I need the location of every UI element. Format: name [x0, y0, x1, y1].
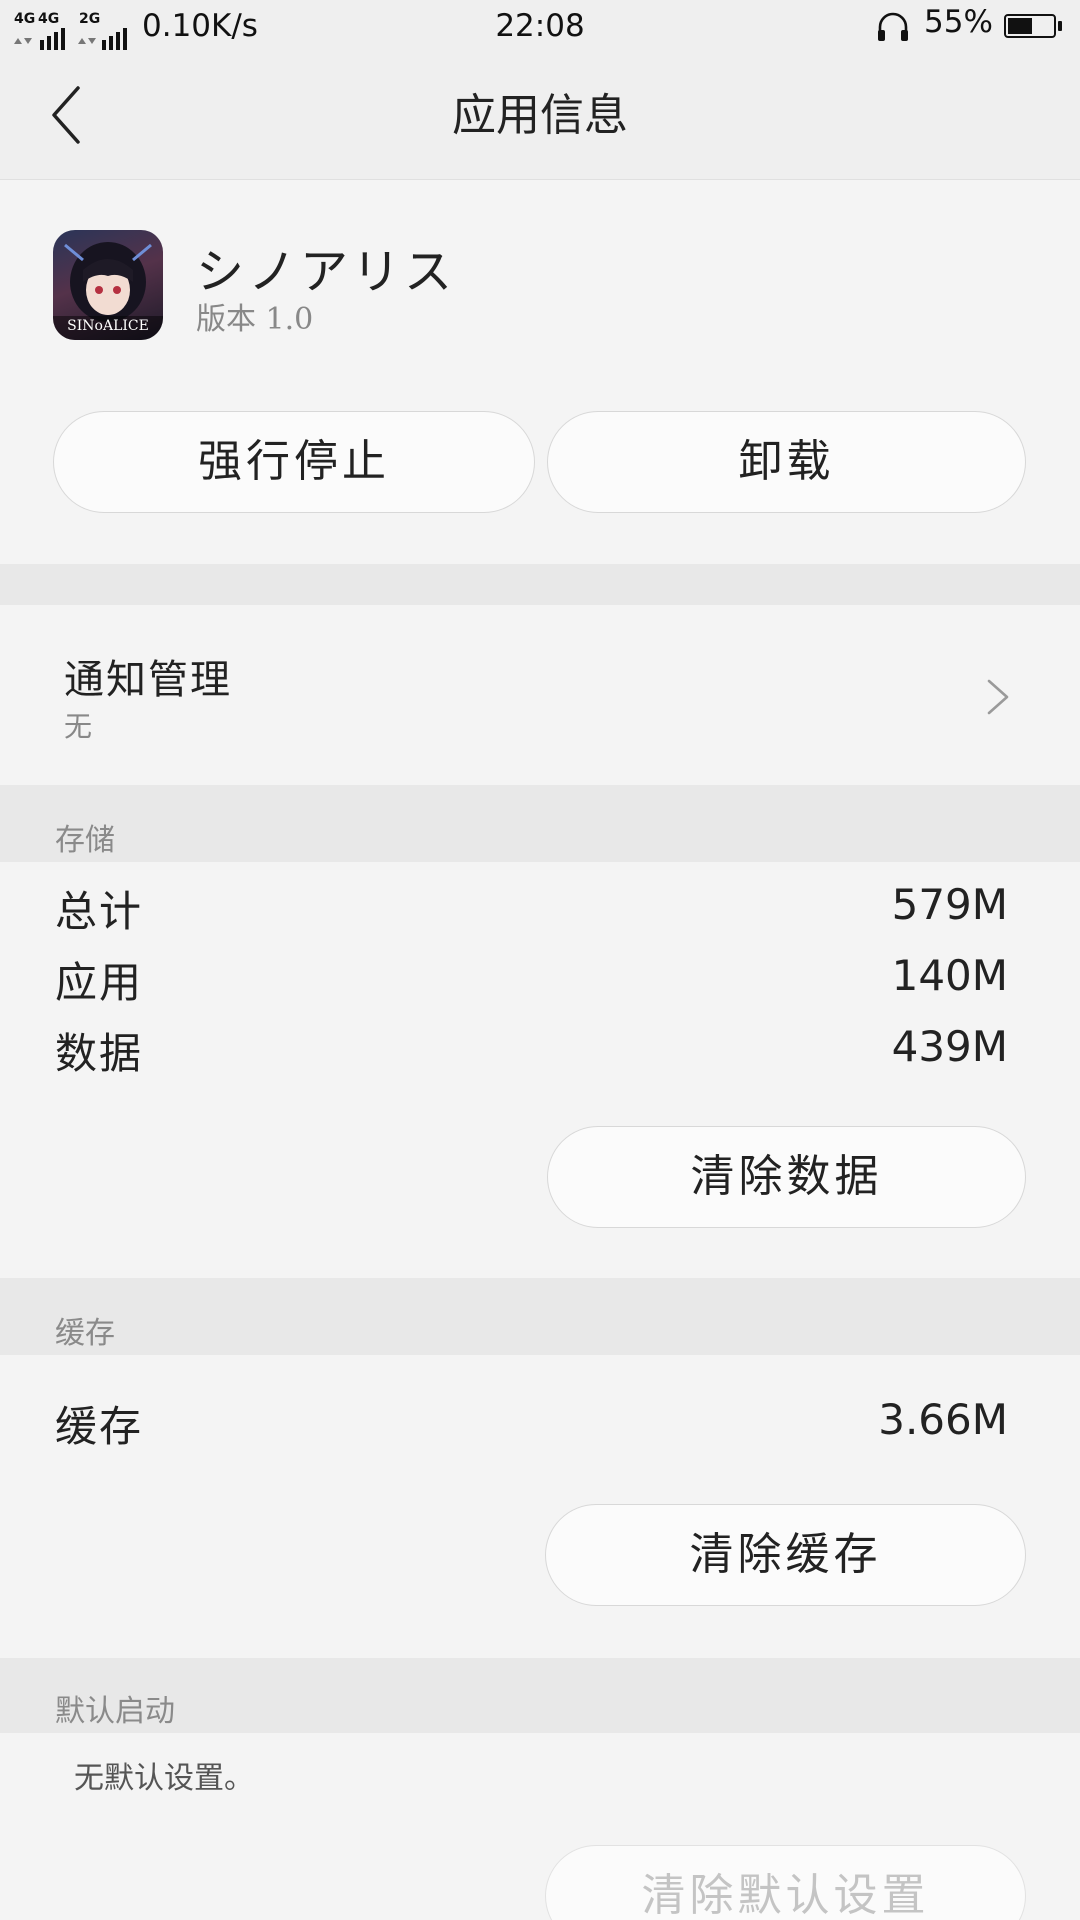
- page-title: 应用信息: [452, 90, 628, 141]
- notification-management-row[interactable]: 通知管理 无: [0, 605, 1080, 785]
- headphone-icon: [878, 12, 908, 41]
- cache-value: 3.66M: [878, 1395, 1008, 1444]
- app-icon: SINoALICE: [53, 230, 163, 340]
- cache-label: 缓存: [55, 1402, 144, 1451]
- cache-section-label: 缓存: [55, 1316, 115, 1351]
- app-name: シノアリス: [196, 244, 457, 300]
- storage-data-value: 439M: [891, 1022, 1008, 1071]
- cache-section-header: 缓存: [0, 1278, 1080, 1355]
- force-stop-button[interactable]: 强行停止: [53, 411, 535, 513]
- battery-icon: [1004, 14, 1064, 40]
- storage-section-header: 存储: [0, 785, 1080, 862]
- app-icon-text: SINoALICE: [67, 318, 149, 334]
- storage-section: 总计 579M 应用 140M 数据 439M 清除数据: [0, 862, 1080, 1278]
- storage-app-label: 应用: [55, 958, 144, 1007]
- clear-defaults-button: 清除默认设置: [545, 1845, 1026, 1920]
- default-launch-section-header: 默认启动: [0, 1658, 1080, 1733]
- app-bar: 应用信息: [0, 52, 1080, 180]
- status-bar: 4G 4G 2G 0.10K/s 22:08 55%: [0, 0, 1080, 52]
- default-launch-section-label: 默认启动: [55, 1694, 175, 1729]
- storage-section-label: 存储: [55, 823, 115, 858]
- notification-title: 通知管理: [64, 657, 232, 703]
- app-version: 版本 1.0: [196, 302, 314, 337]
- battery-percent: 55%: [924, 4, 993, 40]
- chevron-right-icon: [987, 679, 1009, 715]
- back-button[interactable]: [40, 80, 100, 150]
- clock: 22:08: [495, 8, 585, 44]
- app-summary: SINoALICE シノアリス 版本 1.0 强行停止 卸载: [0, 180, 1080, 564]
- storage-total-value: 579M: [891, 880, 1008, 929]
- storage-app-value: 140M: [891, 951, 1008, 1000]
- default-launch-message: 无默认设置。: [74, 1761, 254, 1796]
- uninstall-button[interactable]: 卸载: [547, 411, 1026, 513]
- section-divider: [0, 564, 1080, 605]
- default-launch-section: 无默认设置。 清除默认设置: [0, 1733, 1080, 1920]
- notification-value: 无: [64, 710, 93, 743]
- clear-data-button[interactable]: 清除数据: [547, 1126, 1026, 1228]
- storage-total-label: 总计: [55, 887, 144, 936]
- storage-data-label: 数据: [55, 1029, 144, 1078]
- back-arrow-icon: [52, 86, 80, 144]
- clear-cache-button[interactable]: 清除缓存: [545, 1504, 1026, 1606]
- cache-section: 缓存 3.66M 清除缓存: [0, 1355, 1080, 1658]
